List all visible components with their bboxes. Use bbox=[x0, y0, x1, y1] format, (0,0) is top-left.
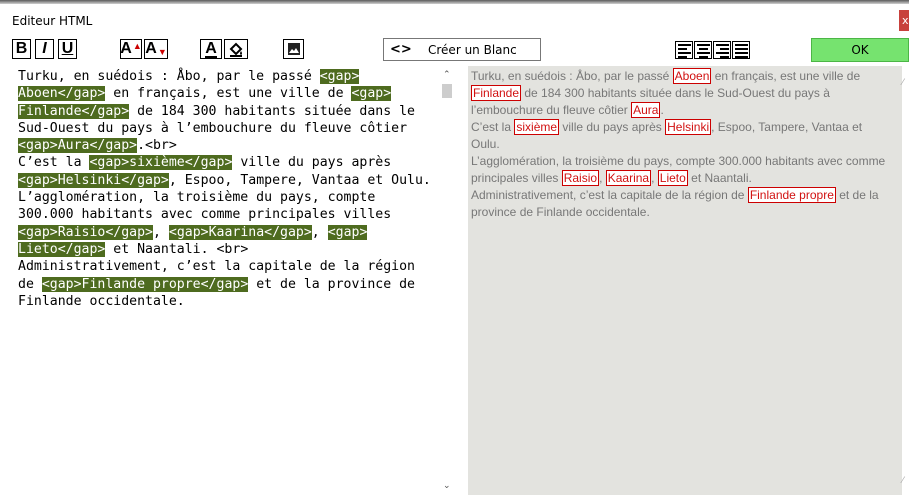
align-left-button[interactable] bbox=[675, 41, 693, 59]
align-justify-button[interactable] bbox=[732, 41, 750, 59]
preview-text-run: en français, est une ville de bbox=[714, 69, 861, 83]
preview-scrollbar[interactable]: ⁄ ⁄ bbox=[902, 66, 909, 495]
source-text-run: , bbox=[152, 224, 169, 240]
preview-text-run: , bbox=[599, 171, 606, 185]
insert-image-button[interactable] bbox=[283, 39, 304, 59]
close-button[interactable]: x bbox=[899, 10, 909, 31]
fill-color-button[interactable] bbox=[224, 39, 248, 59]
brackets-icon: <> bbox=[390, 42, 412, 57]
text-color-button[interactable]: A bbox=[200, 39, 222, 59]
gap-tag: <gap>Helsinki</gap> bbox=[18, 172, 169, 188]
scroll-down-icon[interactable]: ⌄ bbox=[443, 481, 451, 491]
source-text-run: en français, est une ville de bbox=[105, 86, 352, 102]
align-right-button[interactable] bbox=[713, 41, 731, 59]
arrow-down-icon: ▼ bbox=[157, 47, 167, 57]
decrease-font-button[interactable]: A ▼ bbox=[144, 39, 168, 59]
gap-blank[interactable]: Aboen bbox=[672, 68, 712, 84]
increase-font-button[interactable]: A ▲ bbox=[120, 39, 142, 59]
increase-font-label: A bbox=[120, 40, 132, 57]
gap-tag: <gap>sixième</gap> bbox=[89, 155, 233, 171]
gap-tag: <gap>Aura</gap> bbox=[18, 138, 138, 154]
editor-scrollbar[interactable]: ⌃ ⌄ bbox=[440, 66, 454, 495]
source-text-run: Turku, en suédois : Åbo, par le passé bbox=[18, 69, 320, 84]
gap-blank[interactable]: Helsinki bbox=[665, 119, 712, 135]
paint-bucket-icon bbox=[229, 42, 243, 57]
gap-tag: <gap>Raisio</gap> bbox=[18, 224, 153, 240]
text-color-label: A bbox=[205, 39, 217, 58]
source-text[interactable]: Turku, en suédois : Åbo, par le passé <g… bbox=[18, 68, 448, 310]
gap-blank[interactable]: Lieto bbox=[657, 170, 688, 186]
scroll-up-icon[interactable]: ⁄ bbox=[902, 78, 904, 88]
gap-blank[interactable]: Finlande bbox=[471, 85, 522, 101]
gap-tag: <gap>Finlande propre</gap> bbox=[41, 276, 249, 292]
image-icon bbox=[287, 43, 300, 55]
scroll-up-icon[interactable]: ⌃ bbox=[443, 70, 451, 80]
bold-button[interactable]: B bbox=[12, 39, 31, 59]
preview-text-run: ville du pays après bbox=[559, 120, 666, 134]
window-title: Editeur HTML bbox=[12, 14, 93, 28]
gap-blank[interactable]: Kaarina bbox=[605, 170, 652, 186]
scroll-down-icon[interactable]: ⁄ bbox=[902, 476, 904, 486]
decrease-font-label: A bbox=[145, 40, 157, 57]
gap-blank[interactable]: Finlande propre bbox=[747, 187, 836, 203]
window-top-edge bbox=[0, 0, 909, 4]
ok-button[interactable]: OK bbox=[811, 38, 909, 62]
arrow-up-icon: ▲ bbox=[132, 41, 142, 51]
source-text-run: ville du pays après bbox=[240, 155, 392, 171]
html-source-editor[interactable]: Turku, en suédois : Åbo, par le passé <g… bbox=[12, 66, 452, 495]
preview-text: Turku, en suédois : Åbo, par le passé Ab… bbox=[471, 68, 891, 221]
gap-blank[interactable]: Aura bbox=[631, 102, 661, 118]
italic-button[interactable]: I bbox=[35, 39, 54, 59]
gap-blank[interactable]: sixième bbox=[514, 119, 560, 135]
align-center-button[interactable] bbox=[694, 41, 712, 59]
rendered-preview: Turku, en suédois : Åbo, par le passé Ab… bbox=[468, 66, 902, 495]
title-bar: Editeur HTML x bbox=[0, 0, 909, 36]
create-blank-label: Créer un Blanc bbox=[428, 43, 517, 57]
preview-text-run: , bbox=[651, 171, 658, 185]
gap-tag: <gap>Kaarina</gap> bbox=[168, 224, 312, 240]
preview-text-run: Turku, en suédois : Åbo, par le passé bbox=[471, 69, 673, 83]
gap-blank[interactable]: Raisio bbox=[561, 170, 600, 186]
scroll-thumb[interactable] bbox=[442, 84, 452, 98]
create-blank-button[interactable]: <> Créer un Blanc bbox=[383, 38, 541, 61]
underline-button[interactable]: U bbox=[58, 39, 77, 59]
source-text-run: , bbox=[311, 224, 328, 240]
